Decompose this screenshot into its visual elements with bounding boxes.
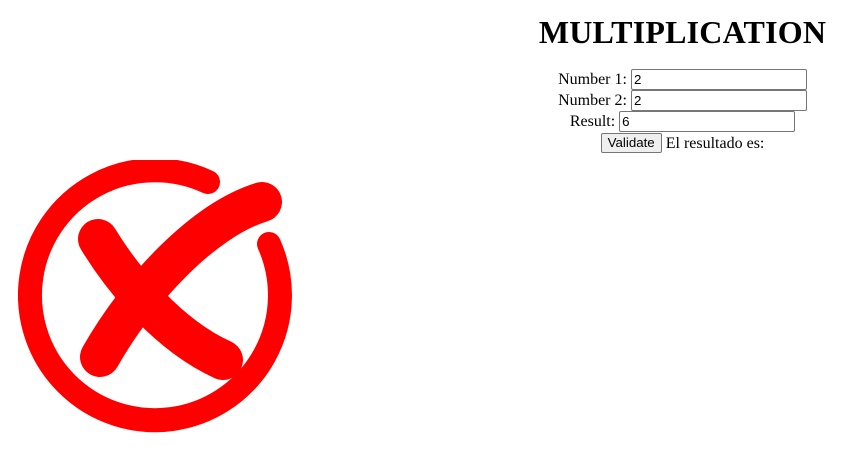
validate-button[interactable]: Validate bbox=[600, 133, 662, 154]
wrong-answer-x-icon bbox=[17, 158, 303, 445]
result-row: Result: bbox=[500, 110, 865, 132]
result-label: Result: bbox=[569, 112, 616, 130]
page-title: MULTIPLICATION bbox=[538, 14, 827, 50]
number1-label: Number 1: bbox=[558, 70, 627, 88]
action-row: Validate El resultado es: bbox=[500, 132, 865, 154]
number2-label: Number 2: bbox=[558, 91, 627, 109]
number2-row: Number 2: bbox=[500, 89, 865, 111]
number1-row: Number 1: bbox=[500, 68, 865, 90]
number1-input[interactable] bbox=[630, 68, 807, 90]
result-input[interactable] bbox=[619, 110, 796, 132]
multiplication-form: MULTIPLICATION Number 1: Number 2: Resul… bbox=[500, 0, 865, 154]
result-message: El resultado es: bbox=[665, 134, 765, 152]
number2-input[interactable] bbox=[630, 89, 807, 111]
